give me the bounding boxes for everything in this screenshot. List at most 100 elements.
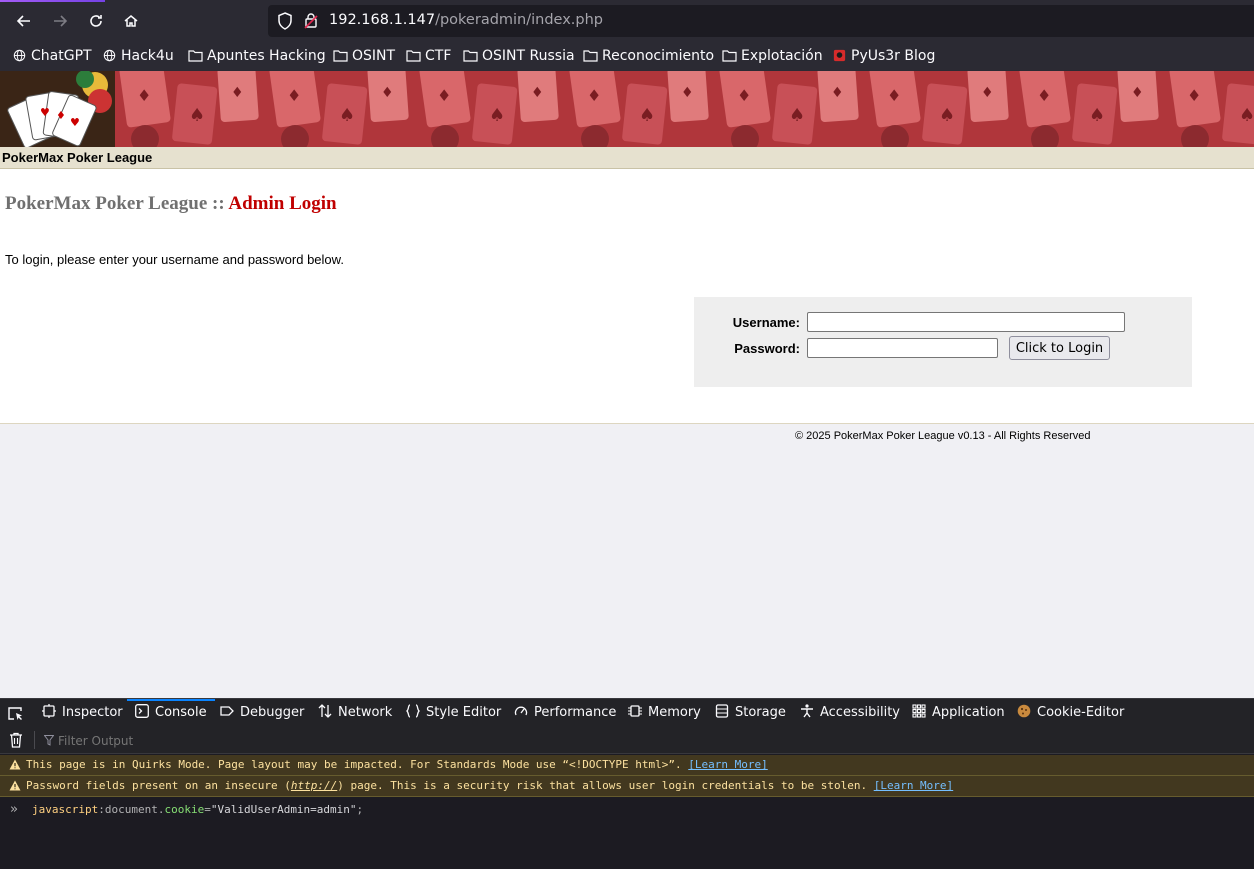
login-instructions: To login, please enter your username and… [5, 252, 344, 267]
tab-memory[interactable]: Memory [628, 699, 701, 727]
tab-label: Memory [648, 705, 701, 720]
devtools-tabbar: Inspector Console Debugger Network Style… [0, 698, 1254, 728]
filter-divider [34, 731, 35, 749]
login-form: Username: Password: Click to Login [694, 297, 1192, 387]
tab-performance[interactable]: Performance [514, 699, 616, 727]
tab-label: Accessibility [820, 705, 900, 720]
funnel-icon [44, 735, 54, 746]
code-object: document [104, 803, 158, 816]
site-name: PokerMax Poker League [2, 150, 153, 165]
tab-label: Debugger [240, 705, 305, 720]
main-content: PokerMax Poker League :: Admin Login To … [0, 169, 1254, 423]
bookmark-label: OSINT [352, 48, 396, 64]
arrow-left-icon [16, 15, 30, 27]
tab-debugger[interactable]: Debugger [220, 699, 304, 727]
cookie-icon [1017, 704, 1031, 718]
page-viewport: ♥ ♦ ♥ ♦ ♠ ♦ PokerMax Poker League [0, 71, 1254, 698]
tab-label: Performance [534, 705, 617, 720]
learn-more-link[interactable]: [Learn More] [688, 758, 767, 771]
back-button[interactable] [11, 8, 37, 34]
console-icon [135, 704, 149, 718]
browser-toolbar: 192.168.1.147/pokeradmin/index.php [0, 0, 1254, 42]
url-path: /pokeradmin/index.php [435, 12, 604, 28]
bookmark-label: Reconocimiento [602, 48, 715, 64]
bookmark-label: PyUs3r Blog [851, 48, 936, 64]
bookmark-ctf[interactable]: CTF [406, 46, 451, 66]
console-warning-insecure-password: Password fields present on an insecure (… [0, 776, 1254, 797]
application-icon [912, 704, 926, 718]
bookmark-chatgpt[interactable]: ChatGPT [12, 46, 92, 66]
code-colon: : [98, 803, 105, 816]
bookmark-hack4u[interactable]: Hack4u [102, 46, 174, 66]
tab-label: Application [932, 705, 1005, 720]
reload-button[interactable] [83, 8, 109, 34]
performance-icon [514, 706, 528, 716]
url-bar[interactable]: 192.168.1.147/pokeradmin/index.php [268, 5, 1254, 37]
password-field[interactable] [807, 338, 998, 358]
tab-style-editor[interactable]: Style Editor [406, 699, 501, 727]
url-text[interactable]: 192.168.1.147/pokeradmin/index.php [329, 12, 603, 28]
bookmark-explotacion[interactable]: Explotación [722, 46, 823, 66]
folder-icon [333, 50, 348, 62]
code-string: "ValidUserAdmin=admin" [210, 803, 357, 816]
forward-button[interactable] [47, 8, 73, 34]
folder-icon [406, 50, 421, 62]
tab-label: Network [338, 705, 393, 720]
insecure-lock-icon[interactable] [304, 12, 318, 30]
code-semicolon: ; [356, 803, 364, 816]
page-title: PokerMax Poker League :: Admin Login [5, 193, 337, 215]
warning-emphasis: http:// [290, 779, 338, 792]
tab-application[interactable]: Application [912, 699, 1005, 727]
console-filter-input[interactable] [56, 731, 460, 751]
bookmark-label: Hack4u [121, 48, 174, 64]
code-equals: = [204, 803, 211, 816]
console-filter-bar [0, 727, 1254, 754]
folder-icon [463, 50, 478, 62]
tab-storage[interactable]: Storage [715, 699, 786, 727]
bookmark-apuntes-hacking[interactable]: Apuntes Hacking [188, 46, 326, 66]
active-tab-accent [0, 0, 105, 2]
login-button[interactable]: Click to Login [1009, 336, 1110, 360]
page-title-sub: Admin Login [228, 193, 337, 214]
header-banner: ♥ ♦ ♥ ♦ ♠ ♦ [0, 71, 1254, 147]
footer-copyright: © 2025 PokerMax Poker League v0.13 - All… [795, 430, 1091, 442]
username-field[interactable] [807, 312, 1125, 332]
globe-icon [103, 49, 116, 62]
site-favicon [833, 49, 846, 62]
home-icon [124, 15, 138, 27]
code-property: cookie [164, 803, 205, 816]
tab-label: Inspector [62, 705, 123, 720]
trash-icon[interactable] [9, 732, 23, 748]
tracking-shield-icon[interactable] [276, 11, 294, 31]
bookmark-reconocimiento[interactable]: Reconocimiento [583, 46, 714, 66]
console-input[interactable]: » javascript:document.cookie="ValidUserA… [0, 799, 1254, 821]
folder-icon [583, 50, 598, 62]
bookmark-osint[interactable]: OSINT [333, 46, 395, 66]
footer-divider [0, 423, 1254, 424]
bookmark-pyus3r-blog[interactable]: PyUs3r Blog [832, 46, 935, 66]
tab-console[interactable]: Console [127, 699, 215, 727]
arrow-right-icon [54, 15, 68, 27]
tab-label: Storage [735, 705, 786, 720]
folder-icon [722, 50, 737, 62]
devtools-panel: Inspector Console Debugger Network Style… [0, 698, 1254, 869]
learn-more-link[interactable]: [Learn More] [874, 779, 953, 792]
chevron-right-icon: » [10, 802, 18, 817]
network-icon [318, 704, 332, 718]
tab-cookie-editor[interactable]: Cookie-Editor [1017, 699, 1124, 727]
console-warning-quirks: This page is in Quirks Mode. Page layout… [0, 755, 1254, 776]
warning-text: Password fields present on an insecure ( [26, 779, 291, 792]
bookmarks-toolbar: ChatGPT Hack4u Apuntes Hacking OSINT CTF… [0, 42, 1254, 71]
warning-text-cont: ) page. This is a security risk that all… [337, 779, 874, 792]
site-name-bar: PokerMax Poker League [0, 147, 1254, 169]
storage-icon [715, 704, 729, 718]
tab-accessibility[interactable]: Accessibility [800, 699, 900, 727]
memory-icon [628, 705, 642, 717]
home-button[interactable] [118, 8, 144, 34]
tab-network[interactable]: Network [318, 699, 392, 727]
console-input-code[interactable]: javascript:document.cookie="ValidUserAdm… [32, 799, 363, 821]
bookmark-label: Explotación [741, 48, 823, 64]
element-picker-icon[interactable] [7, 705, 24, 722]
tab-inspector[interactable]: Inspector [42, 699, 123, 727]
bookmark-osint-russia[interactable]: OSINT Russia [463, 46, 575, 66]
